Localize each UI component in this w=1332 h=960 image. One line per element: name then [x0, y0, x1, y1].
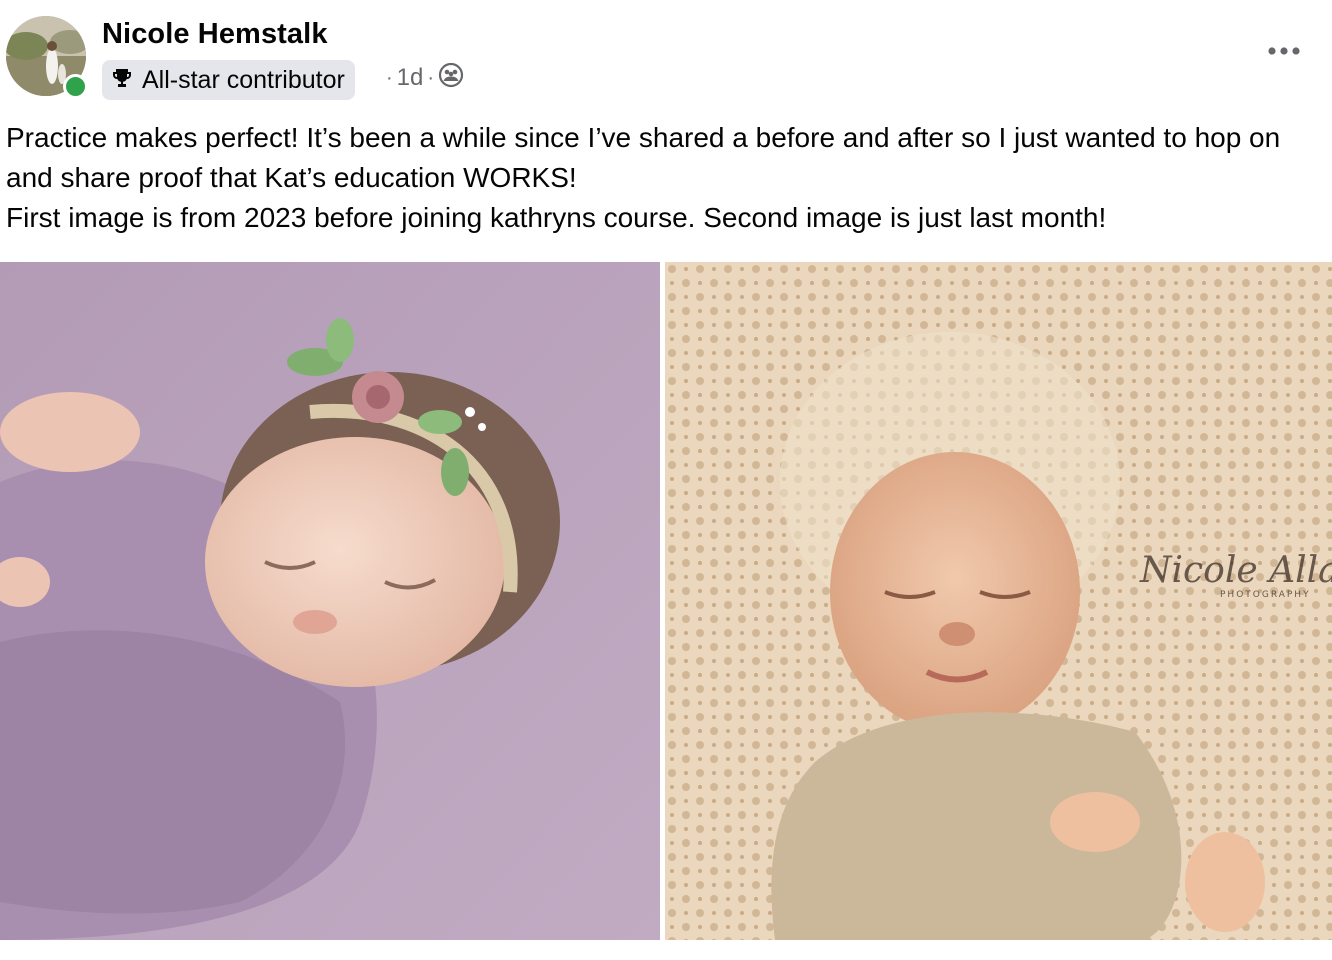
more-options-icon — [1267, 43, 1301, 61]
watermark-signature: Nicole Allaire — [1139, 550, 1332, 591]
meta-separator: · — [386, 66, 393, 89]
post-body: Practice makes perfect! It’s been a whil… — [6, 118, 1322, 238]
more-options-button[interactable] — [1262, 34, 1306, 70]
online-status-indicator — [63, 74, 88, 99]
group-icon[interactable] — [438, 62, 464, 95]
post-meta: · 1d · — [386, 62, 464, 94]
post-body-line: Practice makes perfect! It’s been a whil… — [6, 122, 1281, 193]
before-photo[interactable] — [0, 262, 660, 940]
meta-separator: · — [427, 66, 435, 89]
trophy-icon — [110, 66, 134, 95]
post-card: Nicole Hemstalk All-star contributor · 1… — [0, 0, 1332, 960]
post-header: Nicole Hemstalk All-star contributor · 1… — [0, 0, 1332, 110]
after-photo[interactable]: Nicole Allaire PHOTOGRAPHY — [665, 262, 1332, 940]
post-timestamp[interactable]: 1d — [397, 64, 424, 92]
author-name[interactable]: Nicole Hemstalk — [102, 18, 328, 51]
watermark-subtext: PHOTOGRAPHY — [1220, 590, 1311, 600]
contributor-badge[interactable]: All-star contributor — [102, 60, 355, 100]
badge-label: All-star contributor — [142, 65, 345, 94]
post-body-line: First image is from 2023 before joining … — [6, 202, 1107, 233]
photo-grid: Nicole Allaire PHOTOGRAPHY — [0, 262, 1332, 942]
